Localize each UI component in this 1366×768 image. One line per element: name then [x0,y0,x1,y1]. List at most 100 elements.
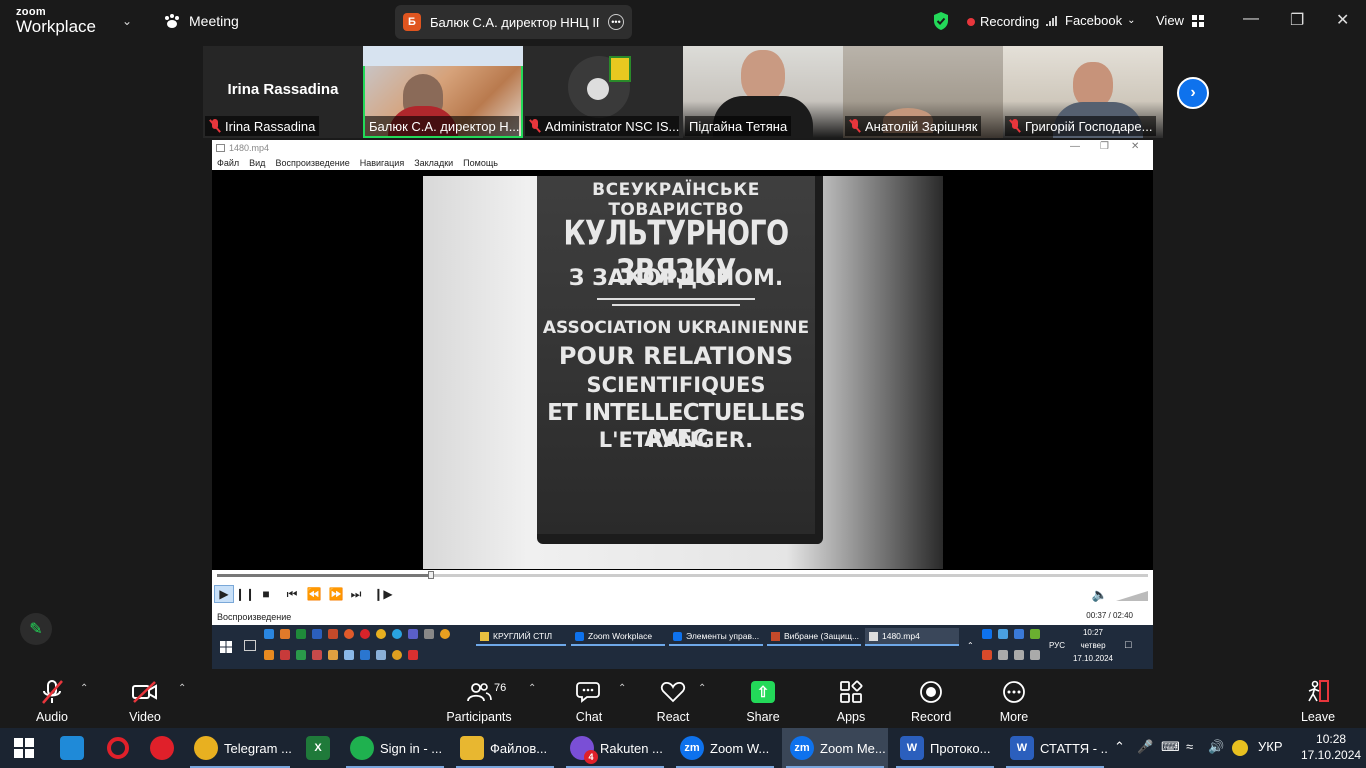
restore-icon[interactable]: ❐ [1290,10,1304,30]
participant-tile[interactable]: Administrator NSC IS... [523,46,683,138]
participant-tile[interactable]: Підгайна Тетяна [683,46,843,138]
taskbar-app-file-explorer[interactable]: Файлов... [452,728,558,768]
react-button[interactable]: React [656,678,690,724]
quick-launch-icon[interactable] [312,650,322,660]
audio-button[interactable]: Audio [34,678,70,724]
taskbar-app-zoom-workplace[interactable]: zm Zoom W... [672,728,778,768]
quick-launch-icon[interactable] [344,650,354,660]
record-button[interactable]: Record [911,678,951,724]
more-options-icon[interactable]: ••• [608,14,624,30]
menu-bookmarks[interactable]: Закладки [414,158,453,168]
share-button[interactable]: ⇧ Share [746,678,780,724]
quick-launch-icon[interactable] [392,650,402,660]
close-icon[interactable]: ✕ [1131,141,1139,152]
remote-clock[interactable]: 10:27 четвер 17.10.2024 [1072,626,1114,665]
vlc-icon[interactable] [264,650,274,660]
participant-tile[interactable]: Анатолій Зарішняк [843,46,1003,138]
word-icon[interactable] [312,629,322,639]
restore-icon[interactable]: ❐ [1100,141,1109,152]
quick-launch-icon[interactable] [424,629,434,639]
tray-expand-icon[interactable]: ⌃ [1114,739,1125,755]
tray-icon[interactable] [982,650,992,660]
taskbar-app-word-protocol[interactable]: W Протоко... [892,728,998,768]
opera-icon[interactable] [360,629,370,639]
remote-lang-indicator[interactable]: РУС [1049,639,1065,652]
frame-step-icon[interactable]: ❙▶ [373,585,392,603]
remote-taskbar-app[interactable]: КРУГЛИЙ СТІЛ [476,628,566,646]
taskbar-app-word-article[interactable]: W СТАТТЯ - ... [1002,728,1108,768]
volume-icon[interactable] [1030,650,1040,660]
quick-launch-icon[interactable] [328,650,338,660]
quick-launch-icon[interactable] [264,629,274,639]
volume-slider[interactable] [1116,589,1148,601]
recording-indicator[interactable]: Recording [967,14,1039,29]
quick-launch-icon[interactable] [440,629,450,639]
seek-handle[interactable] [428,571,434,579]
firefox-icon[interactable] [344,629,354,639]
security-shield-icon[interactable] [932,11,950,31]
task-view-icon[interactable] [244,640,256,651]
tray-zoom-icon[interactable] [982,629,992,639]
teams-icon[interactable] [408,629,418,639]
chrome-icon[interactable] [376,629,386,639]
skype-icon[interactable] [392,629,402,639]
bluetooth-icon[interactable] [1014,629,1024,639]
system-clock[interactable]: 10:28 17.10.2024 [1301,731,1361,763]
speaker-icon[interactable]: 🔈 [1092,587,1108,603]
menu-navigate[interactable]: Навигация [360,158,404,168]
taskbar-app-zoom-meeting[interactable]: zm Zoom Me... [782,728,888,768]
leave-button[interactable]: Leave [1300,678,1336,724]
nvidia-icon[interactable] [1030,629,1040,639]
participant-tile-active-speaker[interactable]: Балюк С.А. директор Н... [363,46,523,138]
notification-icon[interactable]: □ [1125,639,1132,652]
active-speaker-pill[interactable]: Б Балюк С.А. директор ННЦ ІГА і ••• [395,5,632,39]
menu-help[interactable]: Помощь [463,158,498,168]
remote-taskbar-app[interactable]: Вибране (Защищ... [767,628,861,646]
taskbar-pinned-app[interactable]: X [298,728,338,768]
apps-button[interactable]: Apps [836,678,866,724]
menu-playback[interactable]: Воспроизведение [275,158,349,168]
menu-file[interactable]: Файл [217,158,239,168]
next-icon[interactable]: ⏭ [348,585,364,603]
minimize-icon[interactable]: — [1070,141,1080,152]
taskbar-app-telegram[interactable]: Telegram ... [186,728,294,768]
annotate-pencil-icon[interactable]: ✎ [20,613,52,645]
fast-forward-icon[interactable]: ⏩ [328,585,344,603]
more-button[interactable]: More [998,678,1030,724]
close-icon[interactable]: ✕ [1336,10,1349,30]
facebook-live-button[interactable]: Facebook ⌄ [1046,13,1135,28]
tray-icon[interactable] [998,629,1008,639]
participant-tile[interactable]: Григорій Господаре... [1003,46,1163,138]
tray-app-icon[interactable] [1232,740,1248,756]
participants-button[interactable]: 76 Participants [446,678,512,724]
next-page-arrow-icon[interactable]: › [1177,77,1209,109]
quick-launch-icon[interactable] [376,650,386,660]
remote-taskbar-app[interactable]: Zoom Workplace [571,628,665,646]
chevron-down-icon[interactable]: ⌄ [122,14,132,28]
remote-taskbar-app-active[interactable]: 1480.mp4 [865,628,959,646]
quick-launch-icon[interactable] [296,650,306,660]
quick-launch-icon[interactable] [360,650,370,660]
tray-expand-icon[interactable]: ⌃ [967,639,974,652]
video-options-caret-icon[interactable]: ⌃ [178,683,186,694]
meeting-info-button[interactable]: Meeting [163,13,239,29]
taskbar-app-sign-in[interactable]: Sign in - ... [342,728,448,768]
microphone-icon[interactable]: 🎤 [1137,739,1153,755]
rewind-icon[interactable]: ⏪ [306,585,322,603]
keyboard-icon[interactable]: ⌨ [1161,739,1180,755]
volume-icon[interactable]: 🔊 [1208,739,1224,755]
participants-options-caret-icon[interactable]: ⌃ [528,683,536,694]
view-button[interactable]: View [1156,13,1205,28]
remote-taskbar-app[interactable]: Элементы управ... [669,628,763,646]
windows-start-button[interactable] [4,728,44,768]
taskbar-app-rakuten[interactable]: 4 Rakuten ... [562,728,668,768]
pause-button[interactable]: ❙❙ [235,585,255,603]
taskbar-pinned-app[interactable] [98,728,138,768]
video-viewport[interactable]: ВСЕУКРАЇНСЬКЕ ТОВАРИСТВО КУЛЬТУРНОГО ЗВЯ… [212,170,1153,570]
volume-control[interactable]: 🔈 [1092,587,1148,603]
react-options-caret-icon[interactable]: ⌃ [698,683,706,694]
quick-launch-icon[interactable] [408,650,418,660]
stop-button[interactable]: ■ [260,585,272,603]
play-button[interactable]: ▶ [214,585,234,603]
audio-options-caret-icon[interactable]: ⌃ [80,683,88,694]
